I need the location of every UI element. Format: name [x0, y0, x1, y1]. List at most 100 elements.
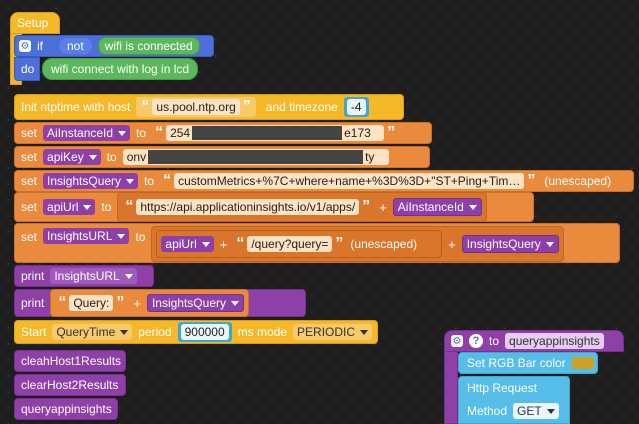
insightsurl-getter[interactable]: InsightsURL — [50, 268, 137, 284]
var-name: InsightsURL — [54, 269, 120, 283]
var-aiinstanceid-dropdown[interactable]: AiInstanceId — [43, 125, 131, 141]
not-block[interactable]: not — [59, 38, 92, 54]
insightsquery-value[interactable]: customMetrics+%7C+where+name+%3D%3D+"ST+… — [174, 173, 525, 189]
print-insightsurl-block[interactable]: print InsightsURL — [14, 265, 154, 287]
dropdown-arrow-icon — [118, 130, 127, 136]
dropdown-arrow-icon — [83, 204, 92, 210]
http-label: Http Request — [467, 381, 538, 395]
call-clearhost2results[interactable]: clearHost2Results — [14, 374, 126, 396]
method-label: Method — [467, 404, 508, 418]
wifi-connected-label: wifi is connected — [104, 39, 193, 53]
gear-icon[interactable]: ⚙ — [19, 40, 31, 52]
rgb-label: Set RGB Bar color — [467, 356, 566, 370]
insightsurl-join[interactable]: apiUrl + “ /query?query= ” (unescaped) +… — [151, 226, 564, 262]
setup-block[interactable]: Setup — [10, 12, 60, 34]
wifi-connect-label: wifi connect with log in lcd — [51, 62, 190, 76]
color-swatch[interactable] — [571, 357, 594, 369]
ntp-block[interactable]: Init ntptime with host “ us.pool.ntp.org… — [14, 94, 404, 120]
start-timer-block[interactable]: Start QueryTime period 900000 ms mode PE… — [14, 320, 378, 344]
do-label: do — [21, 62, 35, 76]
quote-open-icon: “ — [141, 98, 150, 115]
function-definition-block[interactable]: ⚙ ? to queryappinsights — [444, 330, 624, 352]
quote-open-icon: “ — [163, 172, 172, 189]
help-icon[interactable]: ? — [469, 334, 483, 348]
ntp-host-input[interactable]: “ us.pool.ntp.org ” — [136, 97, 256, 117]
print-join[interactable]: “ Query: ” + InsightsQuery — [50, 289, 249, 317]
set-apiurl-block[interactable]: set apiUrl to “ https://api.applicationi… — [14, 192, 534, 222]
dropdown-arrow-icon — [360, 329, 369, 335]
apiurl-join[interactable]: “ https://api.applicationinsights.io/v1/… — [117, 192, 487, 222]
set-label: set — [21, 200, 38, 214]
mode-dropdown[interactable]: PERIODIC — [293, 324, 373, 340]
apikey-value[interactable]: onv ty — [122, 149, 389, 165]
period-label: period — [138, 325, 172, 339]
dropdown-arrow-icon — [88, 154, 97, 160]
if-label: if — [37, 39, 43, 53]
timezone-label: and timezone — [265, 100, 338, 114]
timezone-input[interactable]: -4 — [343, 97, 369, 117]
call-queryappinsights[interactable]: queryappinsights — [14, 398, 118, 420]
aiinstanceid-getter[interactable]: AiInstanceId — [392, 198, 482, 216]
query-text-value[interactable]: Query: — [69, 295, 114, 311]
wifi-connect-block[interactable]: wifi connect with log in lcd — [42, 58, 198, 80]
timezone-value[interactable]: -4 — [346, 99, 366, 115]
insightsquery-getter[interactable]: InsightsQuery — [461, 235, 559, 253]
print-label: print — [21, 269, 45, 283]
var-apiurl-dropdown[interactable]: apiUrl — [43, 199, 96, 215]
var-name: InsightsURL — [47, 229, 113, 243]
period-value[interactable]: 900000 — [180, 324, 229, 340]
dropdown-arrow-icon — [117, 233, 126, 239]
apiurl-value[interactable]: https://api.applicationinsights.io/v1/ap… — [136, 199, 360, 215]
aiinstanceid-value[interactable]: 254 e173 — [166, 125, 385, 141]
set-aiinstanceid-block[interactable]: set AiInstanceId to “ 254 e173 ” — [14, 122, 432, 144]
set-apikey-block[interactable]: set apiKey to onv ty — [14, 146, 430, 168]
set-insightsquery-block[interactable]: set InsightsQuery to “ customMetrics+%7C… — [14, 170, 634, 192]
query-path-value[interactable]: /query?query= — [247, 236, 333, 252]
if-block[interactable]: ⚙ if not wifi is connected — [14, 35, 214, 57]
dropdown-arrow-icon — [468, 204, 477, 210]
not-label: not — [67, 39, 84, 53]
call-cleahhost1results[interactable]: cleahHost1Results — [14, 350, 126, 372]
aiinstanceid-string[interactable]: “ 254 e173 ” — [152, 125, 398, 141]
to-label: to — [106, 150, 117, 164]
timer-name: QueryTime — [56, 325, 116, 339]
print-label: print — [21, 296, 45, 310]
quote-open-icon: “ — [236, 235, 245, 252]
inner-join[interactable]: apiUrl + “ /query?query= ” (unescaped) — [156, 230, 443, 258]
if-do-row: do — [14, 57, 40, 81]
wifi-connected-block[interactable]: wifi is connected — [97, 37, 200, 55]
period-input[interactable]: 900000 — [177, 322, 232, 342]
to-label: to — [144, 174, 155, 188]
call-label: clearHost2Results — [21, 378, 119, 392]
value-prefix: 254 — [170, 126, 191, 140]
to-label: to — [135, 230, 146, 244]
insightsquery-getter[interactable]: InsightsQuery — [146, 294, 244, 312]
var-name: InsightsQuery — [466, 237, 541, 251]
to-label: to — [489, 334, 500, 348]
set-insightsurl-block[interactable]: set InsightsURL to apiUrl + “ /query?que… — [14, 223, 620, 263]
var-name: apiKey — [47, 150, 84, 164]
quote-close-icon: ” — [242, 98, 251, 115]
apiurl-getter[interactable]: apiUrl — [161, 236, 214, 252]
quote-open-icon: “ — [155, 124, 164, 141]
var-apikey-dropdown[interactable]: apiKey — [43, 149, 101, 165]
dropdown-arrow-icon — [124, 273, 133, 279]
start-label: Start — [21, 325, 47, 339]
print-query-block[interactable]: print “ Query: ” + InsightsQuery — [14, 289, 306, 317]
dropdown-arrow-icon — [231, 300, 239, 306]
timer-name-dropdown[interactable]: QueryTime — [52, 324, 133, 340]
method-dropdown[interactable]: GET — [513, 403, 559, 419]
function-name-input[interactable]: queryappinsights — [505, 333, 604, 349]
ntp-host-value[interactable]: us.pool.ntp.org — [152, 99, 240, 115]
var-name: AiInstanceId — [397, 200, 464, 214]
insightsquery-string[interactable]: “ customMetrics+%7C+where+name+%3D%3D+"S… — [160, 173, 538, 189]
method-value: GET — [517, 404, 542, 418]
var-insightsurl-dropdown[interactable]: InsightsURL — [43, 228, 130, 244]
quote-close-icon: ” — [362, 198, 371, 215]
http-request-block[interactable]: Http Request Method GET — [458, 376, 570, 424]
unescaped-label: (unescaped) — [350, 237, 418, 251]
gear-icon[interactable]: ⚙ — [451, 335, 463, 347]
method-row: Method GET — [467, 403, 559, 419]
set-rgb-bar-block[interactable]: Set RGB Bar color — [458, 352, 598, 374]
var-insightsquery-dropdown[interactable]: InsightsQuery — [43, 173, 139, 189]
